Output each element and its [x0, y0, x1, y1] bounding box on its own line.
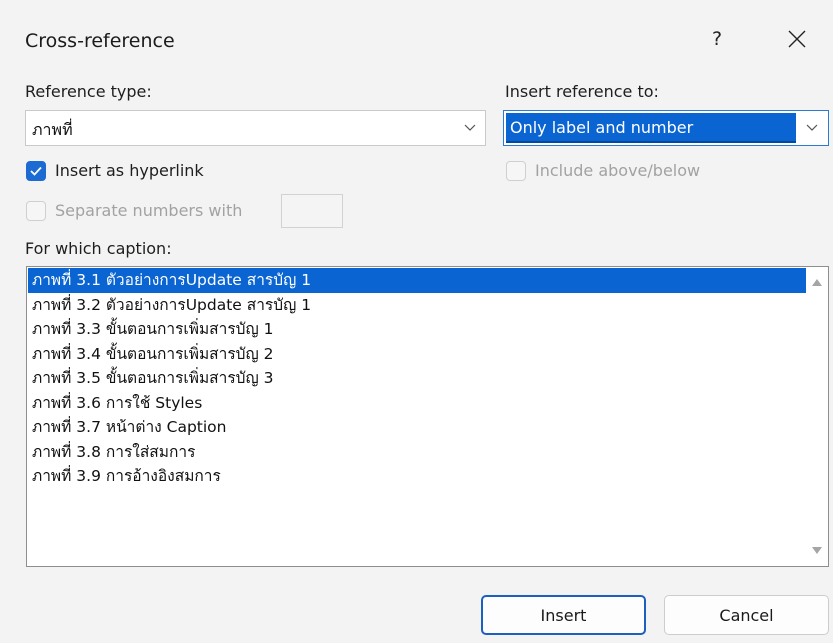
vertical-scrollbar[interactable] [806, 267, 828, 566]
reference-type-value: ภาพที่ [32, 120, 73, 139]
scroll-up-icon[interactable] [811, 277, 823, 287]
insert-button-label: Insert [540, 605, 587, 625]
insert-button[interactable]: Insert [481, 595, 646, 635]
caption-list-item[interactable]: ภาพที่ 3.6 การใช้ Styles [28, 391, 806, 416]
reference-type-label: Reference type: [25, 82, 152, 101]
insert-reference-to-value: Only label and number [510, 118, 694, 137]
scroll-down-icon[interactable] [811, 546, 823, 556]
separate-numbers-label: Separate numbers with [55, 201, 243, 220]
cancel-button[interactable]: Cancel [664, 595, 829, 635]
caption-list-item[interactable]: ภาพที่ 3.3 ขั้นตอนการเพิ่มสารบัญ 1 [28, 317, 806, 342]
insert-as-hyperlink-checkbox[interactable] [26, 161, 46, 181]
title-bar: Cross-reference ? [0, 14, 833, 64]
separate-numbers-checkbox[interactable] [26, 201, 46, 221]
caption-list-item[interactable]: ภาพที่ 3.5 ขั้นตอนการเพิ่มสารบัญ 3 [28, 366, 806, 391]
caption-items: ภาพที่ 3.1 ตัวอย่างการUpdate สารบัญ 1 ภาพ… [28, 268, 806, 489]
caption-listbox[interactable]: ภาพที่ 3.1 ตัวอย่างการUpdate สารบัญ 1 ภาพ… [26, 266, 829, 567]
close-button[interactable] [772, 20, 822, 58]
selected-value-highlight: Only label and number [506, 113, 796, 143]
close-icon [788, 30, 806, 48]
checkmark-icon [30, 166, 42, 176]
include-above-below-checkbox[interactable] [506, 161, 526, 181]
include-above-below-label: Include above/below [535, 161, 701, 180]
cancel-button-label: Cancel [719, 605, 774, 625]
chevron-down-icon [796, 111, 828, 145]
insert-reference-to-dropdown[interactable]: Only label and number [503, 110, 829, 146]
caption-list-item[interactable]: ภาพที่ 3.9 การอ้างอิงสมการ [28, 464, 806, 489]
insert-as-hyperlink-label[interactable]: Insert as hyperlink [55, 161, 204, 180]
caption-list-item[interactable]: ภาพที่ 3.7 หน้าต่าง Caption [28, 415, 806, 440]
for-which-caption-label: For which caption: [25, 239, 172, 258]
separator-input[interactable] [281, 194, 343, 228]
caption-list-item[interactable]: ภาพที่ 3.1 ตัวอย่างการUpdate สารบัญ 1 [28, 268, 806, 293]
caption-list-item[interactable]: ภาพที่ 3.4 ขั้นตอนการเพิ่มสารบัญ 2 [28, 342, 806, 367]
background-strip [0, 0, 833, 14]
cross-reference-dialog: Cross-reference ? Reference type: ภาพที่… [0, 0, 833, 643]
chevron-down-icon [455, 111, 485, 145]
insert-reference-to-label: Insert reference to: [505, 82, 659, 101]
caption-list-item[interactable]: ภาพที่ 3.8 การใส่สมการ [28, 440, 806, 465]
reference-type-dropdown[interactable]: ภาพที่ [25, 110, 486, 146]
dialog-title: Cross-reference [25, 30, 175, 52]
help-button[interactable]: ? [700, 24, 734, 54]
caption-list-item[interactable]: ภาพที่ 3.2 ตัวอย่างการUpdate สารบัญ 1 [28, 293, 806, 318]
